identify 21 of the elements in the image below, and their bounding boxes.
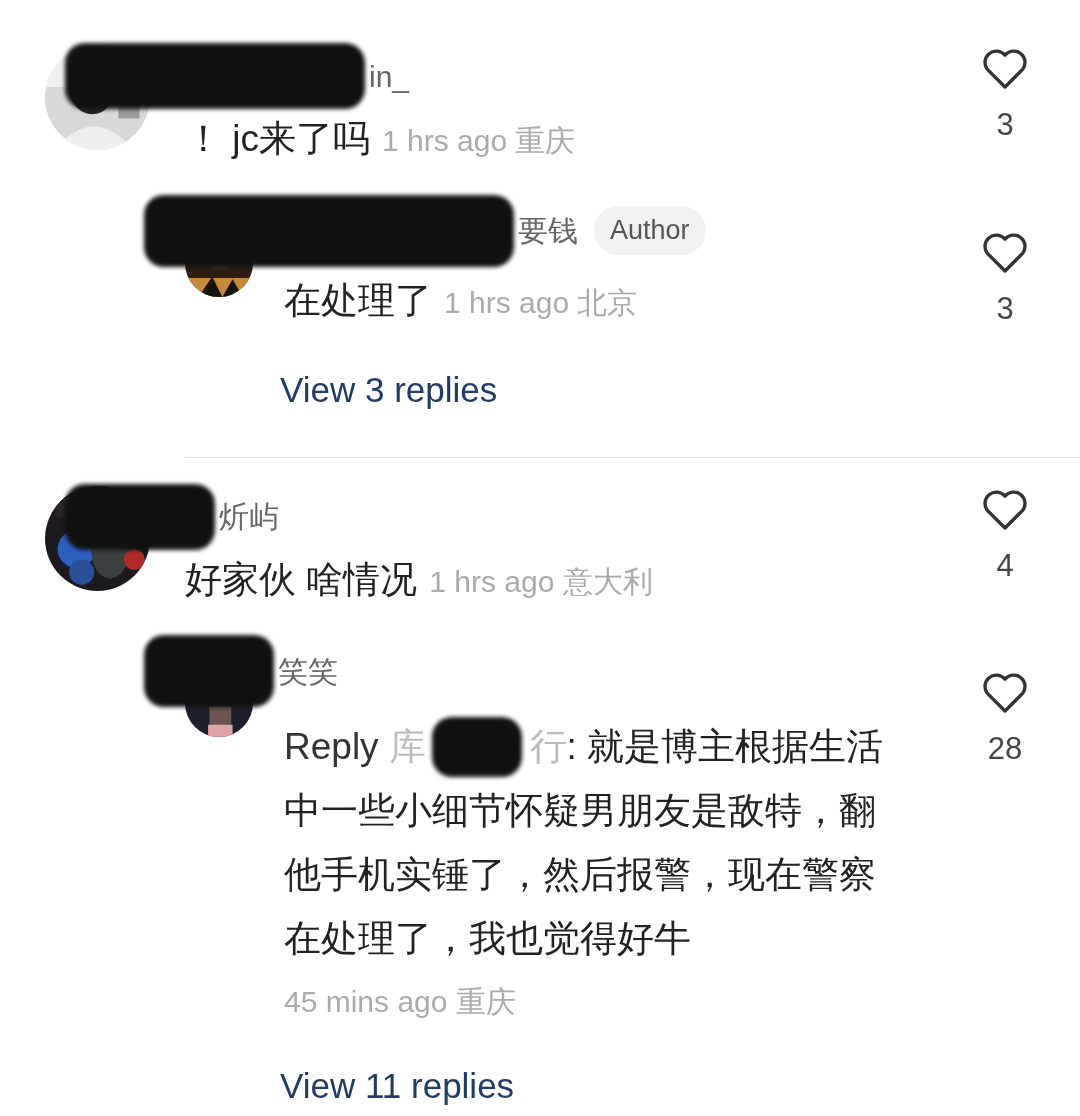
view-replies-link[interactable]: View 11 replies — [280, 1060, 515, 1113]
reply-text: 中一些小细节怀疑男朋友是敌特，翻他手机实锤了，然后报警，现在警察在处理了，我也觉得好牛 — [284, 789, 877, 961]
comment-text: 在处理了 — [284, 278, 432, 323]
comment-text: 好家伙 啥情况 — [185, 557, 418, 602]
like-count: 28 — [987, 733, 1023, 764]
username[interactable]: 炘屿 — [219, 494, 279, 539]
username[interactable]: in_ — [369, 53, 410, 99]
author-badge: Author — [594, 206, 706, 255]
comment-text: ！ jc来了吗 — [185, 117, 370, 161]
like-count: 3 — [996, 109, 1014, 140]
comment-meta: 1 hrs ago 意大利 — [429, 563, 653, 600]
username[interactable]: 要钱 — [518, 208, 578, 253]
reply-label: Reply — [284, 725, 379, 770]
like-count: 4 — [996, 549, 1014, 581]
reply-text: : 就是博主根据生活 — [566, 725, 884, 770]
view-replies-link[interactable]: View 3 replies — [280, 364, 498, 417]
comment-meta: 1 hrs ago 北京 — [444, 284, 638, 321]
comment-meta: 1 hrs ago 重庆 — [382, 123, 576, 159]
username[interactable]: 笑笑 — [278, 648, 338, 694]
comment-meta: 45 mins ago 重庆 — [284, 984, 516, 1020]
like-count: 3 — [996, 292, 1014, 324]
